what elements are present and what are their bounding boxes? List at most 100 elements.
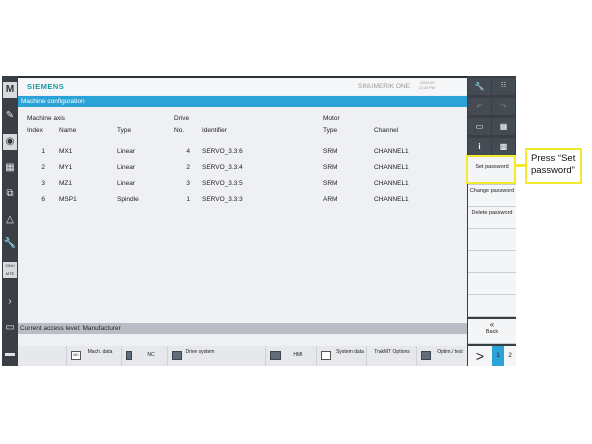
cell-index: 1 [41,148,45,155]
next-button[interactable]: > [468,346,492,366]
sinumerik-icon[interactable]: SINU MTE [3,262,17,278]
cell-name: MX1 [59,148,73,155]
cell-motor-type: SRM [323,148,338,155]
warning-icon[interactable]: △ [3,212,17,228]
group-header-motor: Motor [323,115,340,122]
header: SIEMENS SINUMERIK ONE 09/01/21 12:42 PM [18,78,467,95]
cell-index: 3 [41,180,45,187]
column-index: Index [27,127,43,134]
cell-identifier: SERVO_3.3:5 [202,180,243,187]
machine-icon[interactable]: M [3,82,17,98]
system-data-softkey[interactable]: System data [316,346,366,366]
set-password-highlight [466,155,516,184]
cell-identifier: SERVO_3.3:3 [202,196,243,203]
cell-identifier: SERVO_3.3:6 [202,148,243,155]
group-header-drive: Drive [174,115,190,122]
drive-system-icon [172,351,182,360]
back-label: Back [485,328,499,335]
menu-icon[interactable]: ☷ [492,78,515,95]
cell-channel: CHANNEL1 [374,196,409,203]
cell-channel: CHANNEL1 [374,164,409,171]
drive-system-softkey[interactable]: Drive system [167,346,219,366]
hmi-softkey[interactable]: HMI [265,346,316,366]
info-icon[interactable]: i [468,138,491,155]
cell-no: 3 [186,180,190,187]
system-data-label: System data [336,349,364,355]
window-icon[interactable]: ▭ [3,320,17,336]
cell-index: 2 [41,164,45,171]
cell-motor-type: SRM [323,180,338,187]
system-data-icon [321,351,331,360]
left-toolbar: M ✎ ◉ ▦ ⧉ △ 🔧 SINU MTE › ▭ ▬ [2,76,18,366]
time-text: 12:42 PM [418,86,435,90]
display-icon[interactable]: ▩ [492,138,515,155]
nc-softkey[interactable]: NC [121,346,167,366]
hmi-label: HMI [293,352,303,358]
cell-type: Linear [117,148,136,155]
column-name: Name [59,127,77,134]
brand-logo: SIEMENS [27,82,65,91]
cell-type: Spindle [117,196,139,203]
delete-password-softkey[interactable]: Delete password [468,207,516,229]
horizontal-softkey-bar: MD Mach. data NC Drive system HMI System… [18,346,467,366]
hmi-screen: M ✎ ◉ ▦ ⧉ △ 🔧 SINU MTE › ▭ ▬ SIEMENS SIN… [2,76,516,366]
mach-data-label: Mach. data [87,349,113,355]
optim-test-icon [421,351,431,360]
calculator-icon[interactable]: ▦ [492,118,515,135]
optim-test-label: Optim./ test [437,349,463,355]
empty-softkey [219,346,265,366]
files-icon[interactable]: ⧉ [3,186,17,202]
empty-softkey[interactable] [468,295,516,317]
group-header-machine-axis: Machine axis [27,115,65,122]
hmi-icon [270,351,281,360]
expand-arrow-icon[interactable]: › [3,294,17,310]
column-motor-type: Type [323,127,338,134]
edit-icon[interactable]: ✎ [3,108,17,124]
page-2-button[interactable]: 2 [504,346,516,366]
mach-data-softkey[interactable]: MD Mach. data [66,346,121,366]
trakmt-options-label: TrakMT Options [374,349,410,355]
window-small-icon[interactable]: ▬ [3,346,17,362]
empty-softkey[interactable] [468,251,516,273]
cell-name: MSP1 [59,196,77,203]
wrench-icon[interactable]: 🔧 [3,236,17,252]
cell-channel: CHANNEL1 [374,148,409,155]
column-no: No. [174,127,185,134]
wrench-icon[interactable]: 🔧 [468,78,491,95]
nc-label: NC [147,352,155,358]
screen-icon[interactable]: ▭ [468,118,491,135]
cell-name: MZ1 [59,180,72,187]
main-window: SIEMENS SINUMERIK ONE 09/01/21 12:42 PM … [18,78,467,366]
optim-test-softkey[interactable]: Optim./ test [416,346,467,366]
cell-identifier: SERVO_3.3:4 [202,164,243,171]
change-password-softkey[interactable]: Change password [468,185,516,207]
cell-index: 6 [41,196,45,203]
window-title: Machine configuration [18,96,467,107]
md-icon: MD [71,351,81,360]
empty-softkey[interactable] [468,229,516,251]
access-level-status: Current access level: Manufacturer [18,323,467,334]
cell-channel: CHANNEL1 [374,180,409,187]
cell-no: 1 [186,196,190,203]
column-type: Type [117,127,132,134]
undo-icon[interactable]: ↶ [468,98,491,115]
back-softkey[interactable]: « Back [468,319,516,344]
cell-type: Linear [117,180,136,187]
empty-softkey[interactable] [468,273,516,295]
redo-icon[interactable]: ↷ [492,98,515,115]
cell-motor-type: ARM [323,196,338,203]
nc-icon [126,351,132,360]
trakmt-options-softkey[interactable]: TrakMT Options [366,346,416,366]
page-1-button[interactable]: 1 [492,346,504,366]
product-name: SINUMERIK ONE [357,83,410,90]
callout-connector [516,164,525,167]
cell-no: 4 [186,148,190,155]
cell-type: Linear [117,164,136,171]
date-time: 09/01/21 12:42 PM [419,81,435,91]
cell-name: MY1 [59,164,73,171]
drive-system-label: Drive system [185,349,215,355]
program-manager-icon[interactable]: ▦ [3,160,17,176]
program-icon[interactable]: ◉ [3,134,17,150]
cell-motor-type: SRM [323,164,338,171]
cell-no: 2 [186,164,190,171]
